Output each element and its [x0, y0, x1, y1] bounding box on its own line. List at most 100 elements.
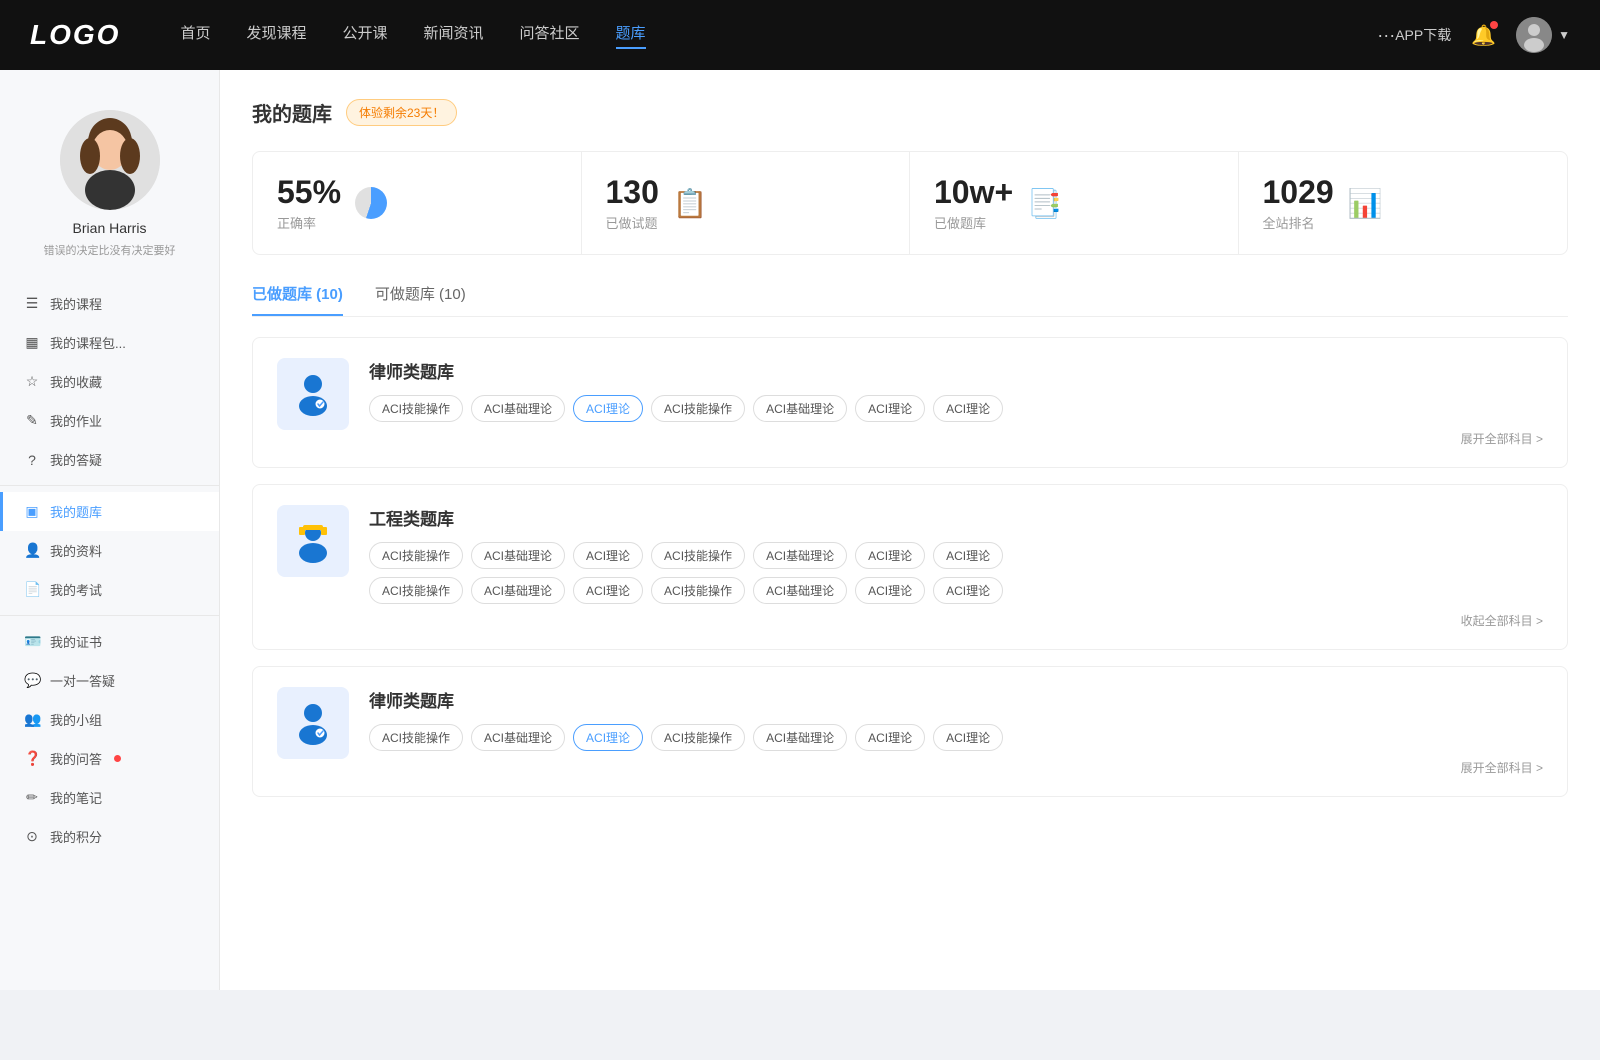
- sidebar-icon: 💬: [24, 672, 40, 689]
- stat-info: 10w+ 已做题库: [934, 174, 1013, 232]
- page-header: 我的题库 体验剩余23天！: [252, 98, 1568, 127]
- tab-可做题库 (10)[interactable]: 可做题库 (10): [375, 283, 466, 316]
- tag-ACI技能操作[interactable]: ACI技能操作: [651, 542, 745, 569]
- sidebar-item-label: 我的收藏: [50, 372, 102, 391]
- nav-item-新闻资讯[interactable]: 新闻资讯: [424, 22, 484, 49]
- sidebar-item-我的收藏[interactable]: ☆ 我的收藏: [0, 362, 219, 401]
- expand-button[interactable]: 展开全部科目 >: [369, 430, 1543, 447]
- stat-value: 1029: [1263, 174, 1334, 211]
- sidebar-item-我的资料[interactable]: 👤我的资料: [0, 531, 219, 570]
- tag-ACI技能操作[interactable]: ACI技能操作: [369, 724, 463, 751]
- stat-value: 10w+: [934, 174, 1013, 211]
- sidebar-item-我的证书[interactable]: 🪪 我的证书: [0, 622, 219, 661]
- tag-ACI基础理论[interactable]: ACI基础理论: [471, 577, 565, 604]
- sidebar-item-一对一答疑[interactable]: 💬 一对一答疑: [0, 661, 219, 700]
- sidebar-item-label: 我的积分: [50, 827, 102, 846]
- sidebar-item-我的笔记[interactable]: ✏我的笔记: [0, 778, 219, 817]
- pie-chart-icon: [355, 187, 387, 219]
- nav-more[interactable]: ···: [1377, 25, 1395, 46]
- tag-ACI技能操作[interactable]: ACI技能操作: [369, 395, 463, 422]
- tag-ACI基础理论[interactable]: ACI基础理论: [753, 577, 847, 604]
- tag-ACI基础理论[interactable]: ACI基础理论: [753, 724, 847, 751]
- nav-item-公开课[interactable]: 公开课: [342, 22, 387, 49]
- tag-ACI基础理论[interactable]: ACI基础理论: [753, 395, 847, 422]
- tag-ACI技能操作[interactable]: ACI技能操作: [651, 724, 745, 751]
- tag-ACI理论[interactable]: ACI理论: [573, 395, 643, 422]
- tag-ACI基础理论[interactable]: ACI基础理论: [471, 724, 565, 751]
- sidebar-icon: ▦: [24, 334, 40, 351]
- sidebar-item-我的考试[interactable]: 📄 我的考试: [0, 570, 219, 609]
- page-title: 我的题库: [252, 98, 332, 127]
- sidebar-item-label: 我的作业: [50, 411, 102, 430]
- sidebar-item-label: 一对一答疑: [50, 671, 115, 690]
- category-card-律师类题库: 律师类题库 ACI技能操作 ACI基础理论 ACI理论 ACI技能操作 ACI基础理论 A…: [252, 337, 1568, 468]
- nav-item-发现课程[interactable]: 发现课程: [246, 22, 306, 49]
- sidebar-item-我的课程包...[interactable]: ▦ 我的课程包...: [0, 323, 219, 362]
- tags-row: ACI技能操作 ACI基础理论 ACI理论 ACI技能操作 ACI基础理论 ACI理论 AC…: [369, 724, 1543, 751]
- category-name: 律师类题库: [369, 687, 1543, 712]
- tab-已做题库 (10)[interactable]: 已做题库 (10): [252, 283, 343, 316]
- tag-ACI技能操作[interactable]: ACI技能操作: [369, 577, 463, 604]
- sidebar-icon: ☰: [24, 295, 40, 312]
- expand-button[interactable]: 展开全部科目 >: [369, 759, 1543, 776]
- sidebar-item-我的作业[interactable]: ✎ 我的作业: [0, 401, 219, 440]
- tag-ACI理论[interactable]: ACI理论: [933, 577, 1003, 604]
- sidebar-item-我的答疑[interactable]: ?我的答疑: [0, 440, 219, 479]
- tag-ACI理论[interactable]: ACI理论: [855, 542, 925, 569]
- user-avatar-button[interactable]: ▼: [1516, 17, 1570, 53]
- stat-card-已做题库: 10w+ 已做题库 📑: [910, 152, 1239, 254]
- tags-row: ACI技能操作 ACI基础理论 ACI理论 ACI技能操作 ACI基础理论 ACI理论 AC…: [369, 577, 1543, 604]
- sidebar-item-我的课程[interactable]: ☰我的课程: [0, 284, 219, 323]
- sidebar-item-label: 我的资料: [50, 541, 102, 560]
- tag-ACI理论[interactable]: ACI理论: [855, 395, 925, 422]
- tag-ACI理论[interactable]: ACI理论: [573, 724, 643, 751]
- notification-bell-icon[interactable]: 🔔: [1471, 23, 1496, 48]
- stat-info: 130 已做试题: [606, 174, 659, 232]
- tag-ACI理论[interactable]: ACI理论: [933, 395, 1003, 422]
- tag-ACI理论[interactable]: ACI理论: [855, 577, 925, 604]
- tag-ACI技能操作[interactable]: ACI技能操作: [369, 542, 463, 569]
- profile-motto: 错误的决定比没有决定要好: [0, 242, 219, 258]
- sidebar-icon: 🪪: [24, 633, 40, 650]
- expand-button[interactable]: 收起全部科目 >: [369, 612, 1543, 629]
- profile-name: Brian Harris: [0, 220, 219, 236]
- sidebar-icon: 📄: [24, 581, 40, 598]
- nav-item-首页[interactable]: 首页: [180, 22, 210, 49]
- nav-item-问答社区[interactable]: 问答社区: [520, 22, 580, 49]
- sidebar-item-label: 我的课程包...: [50, 333, 126, 352]
- category-card-律师类题库: 律师类题库 ACI技能操作ACI基础理论ACI理论ACI技能操作ACI基础理论A…: [252, 666, 1568, 797]
- stat-card-正确率: 55% 正确率: [253, 152, 582, 254]
- tag-ACI基础理论[interactable]: ACI基础理论: [753, 542, 847, 569]
- sidebar-item-我的小组[interactable]: 👥我的小组: [0, 700, 219, 739]
- stat-info: 1029 全站排名: [1263, 174, 1334, 232]
- nav-item-题库[interactable]: 题库: [616, 22, 646, 49]
- book-green-icon: 📋: [673, 187, 708, 220]
- tag-ACI基础理论[interactable]: ACI基础理论: [471, 395, 565, 422]
- app-download-button[interactable]: APP下载: [1395, 25, 1451, 45]
- tag-ACI理论[interactable]: ACI理论: [573, 542, 643, 569]
- sidebar-item-我的题库[interactable]: ▣我的题库: [0, 492, 219, 531]
- notification-dot: [114, 755, 121, 762]
- category-name: 律师类题库: [369, 358, 1543, 383]
- sidebar-item-我的问答[interactable]: ❓我的问答: [0, 739, 219, 778]
- tag-ACI理论[interactable]: ACI理论: [933, 542, 1003, 569]
- tag-ACI技能操作[interactable]: ACI技能操作: [651, 577, 745, 604]
- tag-ACI理论[interactable]: ACI理论: [573, 577, 643, 604]
- sidebar-item-我的积分[interactable]: ⊙我的积分: [0, 817, 219, 856]
- tag-ACI基础理论[interactable]: ACI基础理论: [471, 542, 565, 569]
- sidebar-icon: ✎: [24, 412, 40, 429]
- sidebar-item-label: 我的问答: [50, 749, 102, 768]
- tag-ACI理论[interactable]: ACI理论: [933, 724, 1003, 751]
- sidebar-icon: ☆: [24, 373, 40, 390]
- stat-label: 已做题库: [934, 213, 1013, 232]
- main-content: 我的题库 体验剩余23天！ 55% 正确率 130 已做试题 📋 10w+ 已做…: [220, 70, 1600, 990]
- sidebar-icon: ✏: [24, 789, 40, 806]
- stat-card-全站排名: 1029 全站排名 📊: [1239, 152, 1568, 254]
- sidebar-item-label: 我的证书: [50, 632, 102, 651]
- stat-label: 全站排名: [1263, 213, 1334, 232]
- category-icon-wrap: [277, 358, 349, 430]
- tag-ACI理论[interactable]: ACI理论: [855, 724, 925, 751]
- sidebar-item-label: 我的考试: [50, 580, 102, 599]
- tag-ACI技能操作[interactable]: ACI技能操作: [651, 395, 745, 422]
- stats-row: 55% 正确率 130 已做试题 📋 10w+ 已做题库 📑 1029 全站排名…: [252, 151, 1568, 255]
